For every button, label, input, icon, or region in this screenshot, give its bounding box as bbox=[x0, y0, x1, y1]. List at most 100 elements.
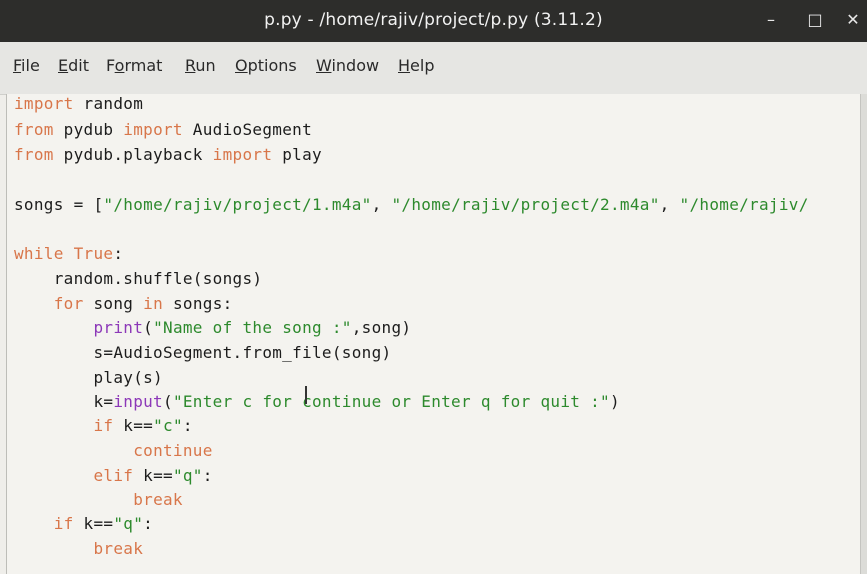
code-text: ( bbox=[163, 392, 173, 411]
menu-window-mnemonic: W bbox=[316, 56, 332, 75]
menu-help[interactable]: Help bbox=[398, 56, 434, 75]
code-line-18: if k=="q": bbox=[14, 514, 153, 533]
string-literal: "q" bbox=[172, 466, 203, 485]
menu-window-label: indow bbox=[331, 56, 380, 75]
code-text: k== bbox=[133, 466, 173, 485]
code-line-19: break bbox=[14, 539, 143, 558]
keyword: break bbox=[93, 539, 144, 558]
code-text: play bbox=[272, 145, 322, 164]
code-text: songs = [ bbox=[14, 195, 104, 214]
minimize-icon[interactable]: – bbox=[759, 8, 783, 32]
code-line-13: k=input("Enter c for continue or Enter q… bbox=[14, 392, 620, 411]
keyword: elif bbox=[93, 466, 134, 485]
code-line-2: from pydub import AudioSegment bbox=[14, 120, 312, 139]
code-line-17: break bbox=[14, 490, 183, 509]
code-text: random.shuffle(songs) bbox=[14, 269, 263, 288]
menu-file-label: ile bbox=[21, 56, 40, 75]
keyword: if bbox=[53, 514, 74, 533]
menu-run-label: un bbox=[195, 56, 216, 75]
string-literal: "q" bbox=[113, 514, 144, 533]
string-literal: "Name of the song :" bbox=[153, 318, 352, 337]
string-literal: "/home/rajiv/project/1.m4a" bbox=[103, 195, 372, 214]
menu-options[interactable]: Options bbox=[235, 56, 297, 75]
keyword: for bbox=[53, 294, 84, 313]
menu-file[interactable]: File bbox=[13, 56, 40, 75]
string-literal: "c" bbox=[153, 416, 183, 435]
menu-format[interactable]: Format bbox=[106, 56, 162, 75]
code-text: , bbox=[659, 195, 680, 214]
builtin: input bbox=[113, 392, 163, 411]
close-icon[interactable]: ✕ bbox=[841, 8, 865, 32]
menu-options-label: ptions bbox=[247, 56, 297, 75]
code-text: k== bbox=[113, 416, 154, 435]
code-text: ) bbox=[609, 392, 620, 411]
code-text: song bbox=[83, 294, 144, 313]
keyword: from bbox=[14, 120, 54, 139]
menu-edit[interactable]: Edit bbox=[58, 56, 89, 75]
code-text: AudioSegment bbox=[182, 120, 313, 139]
string-literal: "/home/rajiv/project/2.m4a" bbox=[391, 195, 660, 214]
code-line-1: import random bbox=[14, 94, 143, 113]
keyword: if bbox=[93, 416, 114, 435]
code-line-7: while True: bbox=[14, 244, 123, 263]
builtin: print bbox=[93, 318, 144, 337]
menu-options-mnemonic: O bbox=[235, 56, 248, 75]
keyword: import bbox=[123, 120, 183, 139]
code-line-3: from pydub.playback import play bbox=[14, 145, 322, 164]
vertical-scrollbar[interactable] bbox=[860, 94, 867, 574]
menu-window[interactable]: Window bbox=[316, 56, 379, 75]
menu-run-mnemonic: R bbox=[185, 56, 196, 75]
code-line-12: play(s) bbox=[14, 368, 163, 387]
code-text: random bbox=[73, 94, 144, 113]
code-text: ( bbox=[143, 318, 154, 337]
code-line-5: songs = ["/home/rajiv/project/1.m4a", "/… bbox=[14, 195, 809, 214]
menu-edit-label: dit bbox=[68, 56, 89, 75]
code-line-16: elif k=="q": bbox=[14, 466, 213, 485]
code-text: : bbox=[182, 416, 193, 435]
menu-run[interactable]: Run bbox=[185, 56, 216, 75]
keyword: import bbox=[14, 94, 74, 113]
keyword: while True bbox=[14, 244, 114, 263]
maximize-icon[interactable]: □ bbox=[803, 8, 827, 32]
menu-format-label-pre: F bbox=[106, 56, 115, 75]
code-editor[interactable]: import random from pydub import AudioSeg… bbox=[6, 94, 861, 574]
code-line-9: for song in songs: bbox=[14, 294, 233, 313]
code-text: k= bbox=[14, 392, 114, 411]
menu-help-label: elp bbox=[410, 56, 435, 75]
keyword: import bbox=[212, 145, 273, 164]
idle-editor-window: p.py - /home/rajiv/project/p.py (3.11.2)… bbox=[0, 0, 867, 574]
title-bar[interactable]: p.py - /home/rajiv/project/p.py (3.11.2)… bbox=[0, 0, 867, 42]
code-text: s=AudioSegment.from_file(song) bbox=[14, 343, 392, 362]
code-line-10: print("Name of the song :",song) bbox=[14, 318, 411, 337]
code-line-11: s=AudioSegment.from_file(song) bbox=[14, 343, 391, 362]
code-text: : bbox=[202, 466, 213, 485]
menu-format-mnemonic: o bbox=[114, 56, 125, 75]
string-literal: "/home/rajiv/ bbox=[679, 195, 809, 214]
code-line-8: random.shuffle(songs) bbox=[14, 269, 262, 288]
code-text: pydub bbox=[53, 120, 124, 139]
window-title: p.py - /home/rajiv/project/p.py (3.11.2) bbox=[264, 10, 603, 30]
menu-edit-mnemonic: E bbox=[58, 56, 69, 75]
code-text: pydub.playback bbox=[53, 145, 213, 164]
menu-file-mnemonic: F bbox=[13, 56, 22, 75]
menu-format-label: rmat bbox=[124, 56, 163, 75]
code-line-15: continue bbox=[14, 441, 213, 460]
code-text: : bbox=[143, 514, 154, 533]
code-text: play(s) bbox=[14, 368, 163, 387]
code-line-14: if k=="c": bbox=[14, 416, 193, 435]
keyword: from bbox=[14, 145, 54, 164]
code-text: ,song) bbox=[351, 318, 412, 337]
code-text: songs: bbox=[163, 294, 233, 313]
code-text: , bbox=[371, 195, 392, 214]
code-text: k== bbox=[73, 514, 114, 533]
keyword: in bbox=[143, 294, 164, 313]
text-cursor-icon bbox=[305, 386, 307, 404]
